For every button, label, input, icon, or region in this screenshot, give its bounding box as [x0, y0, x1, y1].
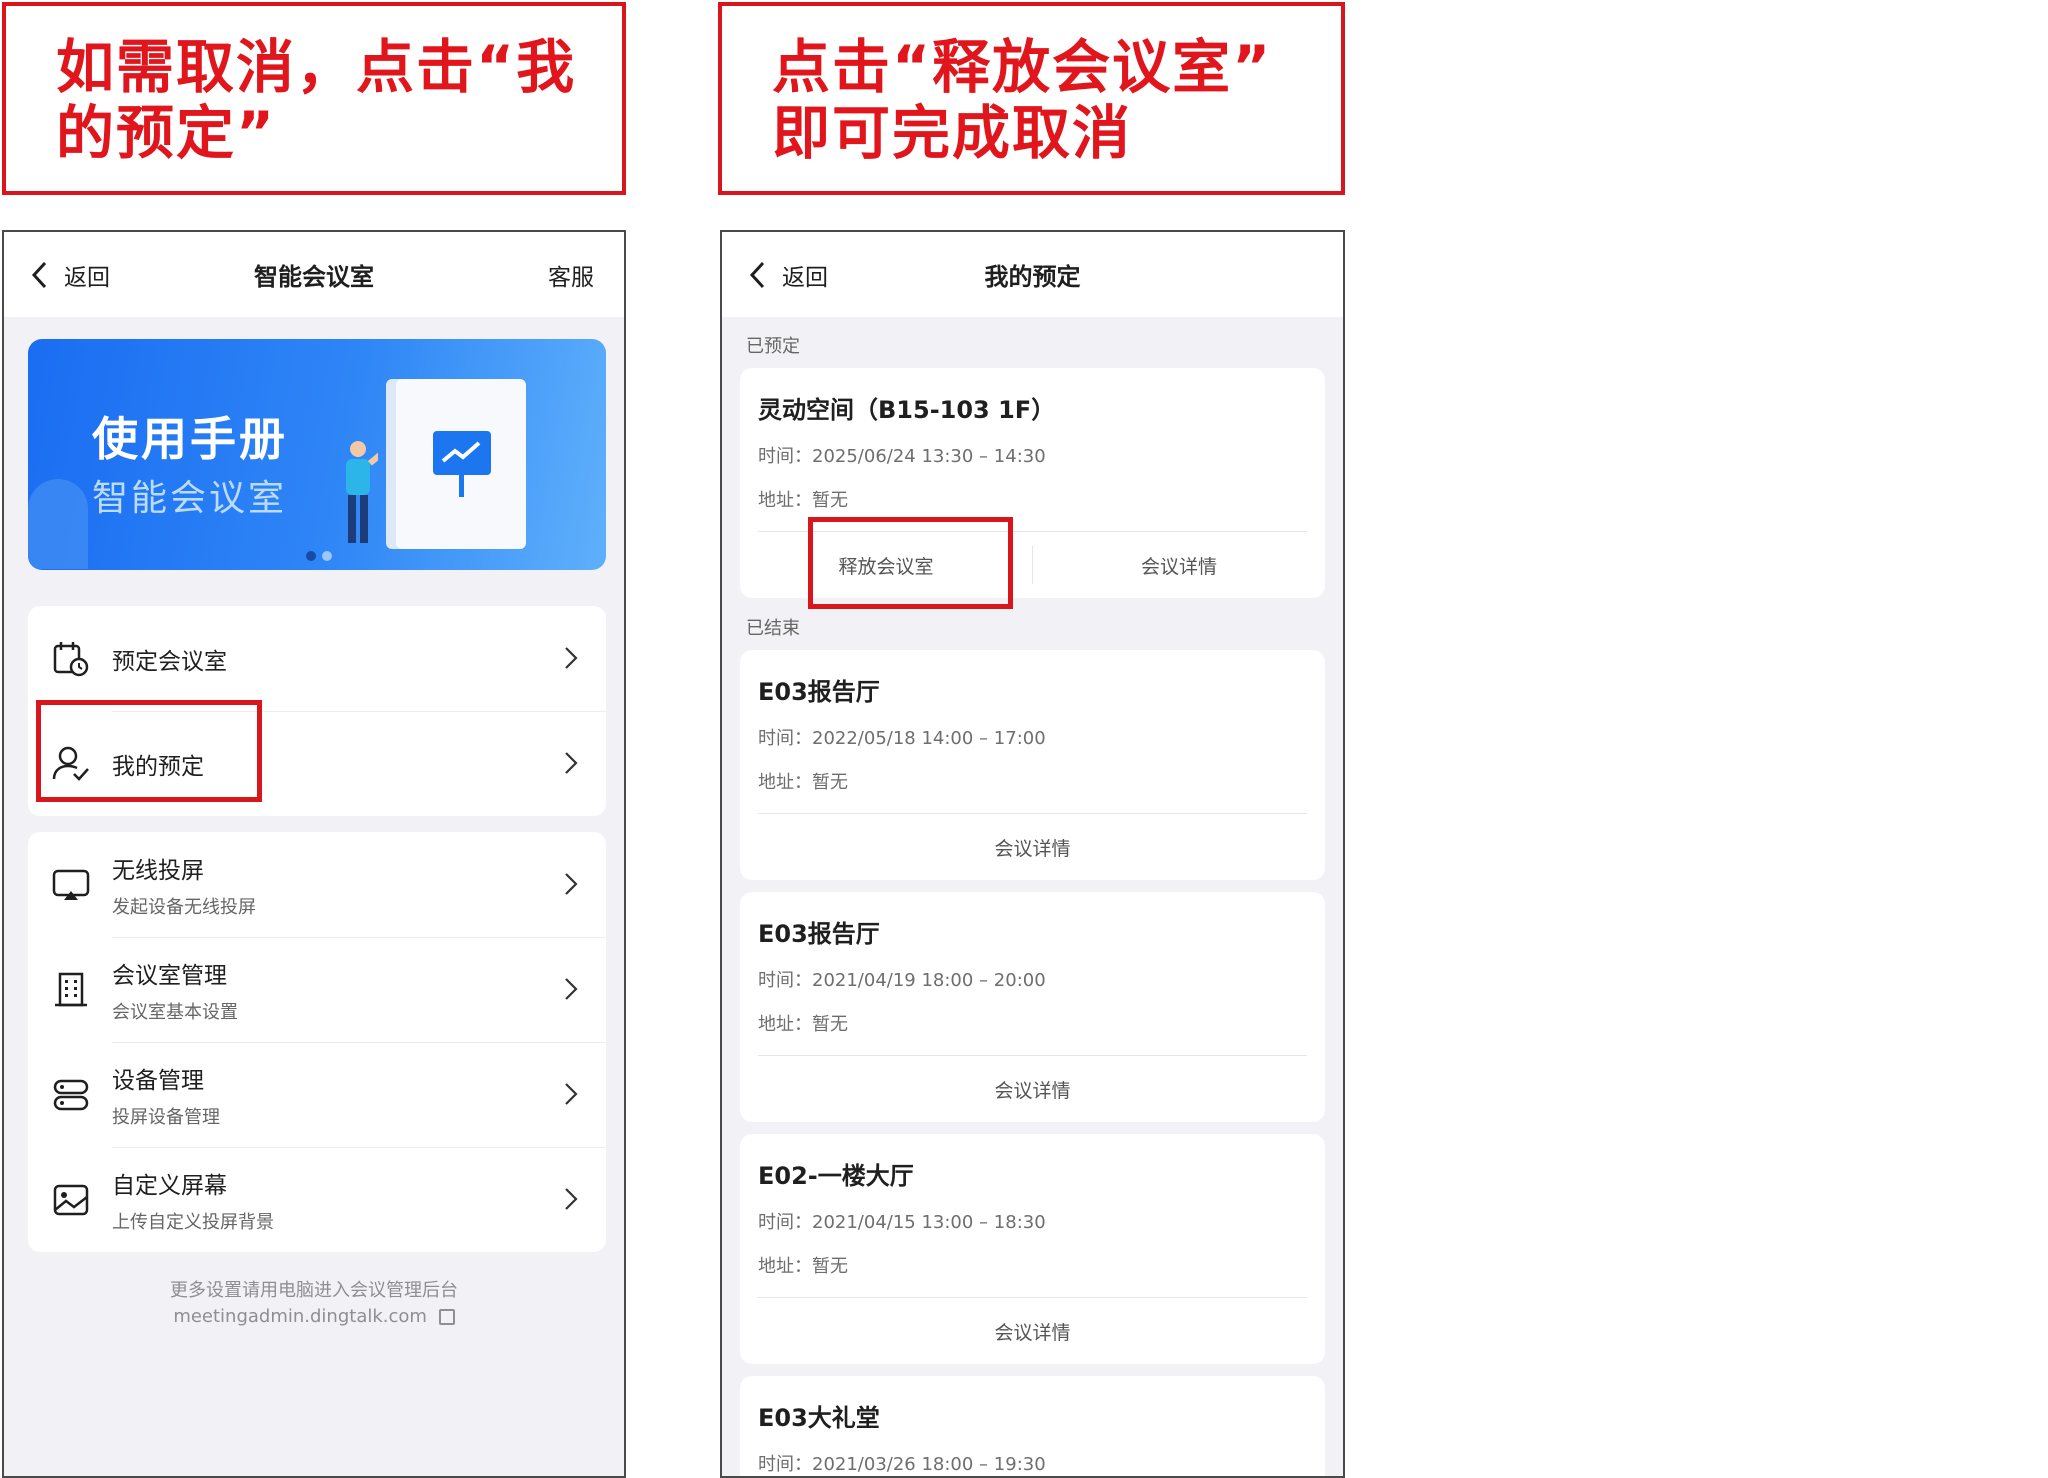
instruction-callout-2: 点击“释放会议室” 即可完成取消: [718, 2, 1345, 195]
back-label: 返回: [64, 264, 110, 291]
device-icon: [53, 1079, 89, 1111]
chevron-right-icon: [565, 752, 578, 774]
section-booked: 已预定: [746, 336, 800, 357]
booking-card: E03大礼堂 时间：2021/03/26 18:00 – 19:30: [740, 1376, 1325, 1476]
meeting-details-button[interactable]: 会议详情: [740, 834, 1325, 861]
nav-bar: 返回 智能会议室 客服: [4, 232, 624, 317]
booking-card: E02-一楼大厅 时间：2021/04/15 13:00 – 18:30 地址：…: [740, 1134, 1325, 1364]
carousel-indicator: [306, 551, 332, 561]
image-icon: [53, 1184, 89, 1216]
instruction-callout-1: 如需取消，点击“我 的预定”: [2, 2, 626, 195]
release-room-button[interactable]: 释放会议室: [740, 552, 1032, 579]
meeting-details-button[interactable]: 会议详情: [740, 1318, 1325, 1345]
menu-item-label: 预定会议室: [112, 648, 227, 675]
customer-service-button[interactable]: 客服: [548, 232, 594, 317]
menu-card-2: 无线投屏 发起设备无线投屏 会议室管理 会议室基本设置 设备管理 投屏设备管理 …: [28, 832, 606, 1252]
menu-item-custom-screen[interactable]: 自定义屏幕 上传自定义投屏背景: [28, 1147, 606, 1252]
menu-item-subtitle: 上传自定义投屏背景: [112, 1211, 274, 1233]
chevron-left-icon: [31, 261, 47, 288]
booking-address: 地址：暂无: [758, 490, 848, 511]
booking-actions: 会议详情: [740, 814, 1325, 880]
booking-room-name: E03报告厅: [758, 678, 880, 706]
user-check-icon: [52, 746, 89, 781]
building-icon: [55, 972, 87, 1007]
copy-icon: [438, 1309, 455, 1325]
booking-address: 地址：暂无: [758, 1256, 848, 1277]
back-button[interactable]: 返回: [748, 232, 828, 317]
booking-address: 地址：暂无: [758, 772, 848, 793]
booking-time: 时间：2021/03/26 18:00 – 19:30: [758, 1454, 1046, 1475]
presentation-board-icon: [433, 431, 491, 497]
banner-subtitle: 智能会议室: [92, 478, 288, 519]
booking-room-name: E03大礼堂: [758, 1404, 880, 1432]
booking-actions: 会议详情: [740, 1056, 1325, 1122]
meeting-details-button[interactable]: 会议详情: [740, 1076, 1325, 1103]
smart-meeting-room-screen: 返回 智能会议室 客服 使用手册 智能会议室 预定会议室 我的预定 无线投屏 发…: [2, 230, 626, 1478]
calendar-clock-icon: [53, 642, 89, 677]
section-ended: 已结束: [746, 618, 800, 639]
nav-bar: 返回 我的预定: [722, 232, 1343, 317]
footer-hint: 更多设置请用电脑进入会议管理后台: [170, 1280, 458, 1301]
menu-item-book-room[interactable]: 预定会议室: [28, 606, 606, 711]
menu-item-label: 无线投屏: [112, 857, 204, 884]
menu-item-label: 设备管理: [112, 1067, 204, 1094]
banner-title: 使用手册: [92, 412, 288, 466]
booking-time: 时间：2021/04/19 18:00 – 20:00: [758, 970, 1046, 991]
menu-item-subtitle: 发起设备无线投屏: [112, 896, 256, 918]
booking-card: E03报告厅 时间：2021/04/19 18:00 – 20:00 地址：暂无…: [740, 892, 1325, 1122]
booking-card: E03报告厅 时间：2022/05/18 14:00 – 17:00 地址：暂无…: [740, 650, 1325, 880]
user-manual-banner[interactable]: 使用手册 智能会议室: [28, 339, 606, 570]
person-illustration-icon: [346, 441, 378, 543]
screen-cast-icon: [52, 869, 90, 900]
menu-item-subtitle: 投屏设备管理: [112, 1106, 220, 1128]
menu-item-device-management[interactable]: 设备管理 投屏设备管理: [28, 1042, 606, 1147]
booking-time: 时间：2025/06/24 13:30 – 14:30: [758, 446, 1046, 467]
booking-room-name: E03报告厅: [758, 920, 880, 948]
menu-item-room-management[interactable]: 会议室管理 会议室基本设置: [28, 937, 606, 1042]
back-button[interactable]: 返回: [30, 232, 110, 317]
booking-room-name: E02-一楼大厅: [758, 1162, 914, 1190]
booking-time: 时间：2021/04/15 13:00 – 18:30: [758, 1212, 1046, 1233]
chevron-right-icon: [565, 873, 578, 895]
booking-time: 时间：2022/05/18 14:00 – 17:00: [758, 728, 1046, 749]
back-label: 返回: [782, 264, 828, 291]
menu-item-my-bookings[interactable]: 我的预定: [28, 711, 606, 816]
menu-item-label: 自定义屏幕: [112, 1172, 227, 1199]
meeting-details-button[interactable]: 会议详情: [1033, 552, 1325, 579]
booking-actions: 释放会议室 会议详情: [740, 532, 1325, 598]
booking-address: 地址：暂无: [758, 1014, 848, 1035]
menu-card-1: 预定会议室 我的预定: [28, 606, 606, 816]
menu-item-label: 会议室管理: [112, 962, 227, 989]
chevron-right-icon: [565, 1188, 578, 1210]
booking-room-name: 灵动空间（B15-103 1F）: [758, 396, 1056, 424]
menu-item-subtitle: 会议室基本设置: [112, 1001, 238, 1023]
leaf-decoration-icon: [28, 479, 88, 569]
admin-url: meetingadmin.dingtalk.com: [173, 1306, 427, 1327]
menu-item-wireless-cast[interactable]: 无线投屏 发起设备无线投屏: [28, 832, 606, 937]
booking-card: 灵动空间（B15-103 1F） 时间：2025/06/24 13:30 – 1…: [740, 368, 1325, 598]
booking-actions: 会议详情: [740, 1298, 1325, 1364]
chevron-right-icon: [565, 978, 578, 1000]
my-bookings-screen: 返回 我的预定 已预定 灵动空间（B15-103 1F） 时间：2025/06/…: [720, 230, 1345, 1478]
admin-url-link[interactable]: meetingadmin.dingtalk.com: [4, 1306, 624, 1327]
chevron-right-icon: [565, 647, 578, 669]
chevron-left-icon: [749, 261, 765, 288]
chevron-right-icon: [565, 1083, 578, 1105]
menu-item-label: 我的预定: [112, 753, 204, 780]
